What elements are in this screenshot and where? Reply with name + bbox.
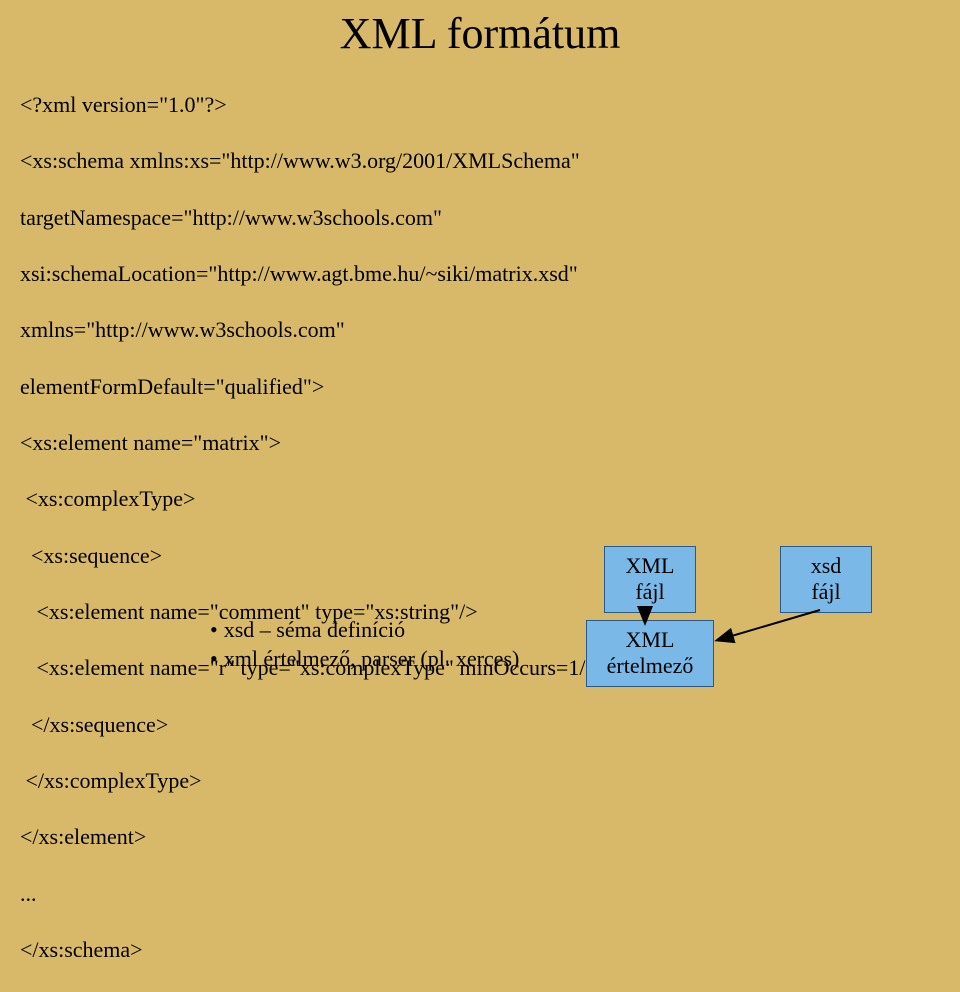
bullet-item: xml értelmező, parser (pl. xerces) — [210, 645, 519, 674]
box-label: XML — [595, 627, 705, 653]
box-label: xsd — [789, 553, 863, 579]
code-line: xmlns="http://www.w3schools.com" — [20, 316, 960, 344]
code-line: </xs:schema> — [20, 936, 960, 964]
code-line: </xs:sequence> — [20, 711, 960, 739]
xsd-file-box: xsd fájl — [780, 546, 872, 613]
code-line: <xs:schema xmlns:xs="http://www.w3.org/2… — [20, 147, 960, 175]
xml-parser-box: XML értelmező — [586, 620, 714, 687]
xml-code-block: <?xml version="1.0"?> <xs:schema xmlns:x… — [0, 63, 960, 992]
code-line: ... — [20, 880, 960, 908]
box-label: XML — [613, 553, 687, 579]
bullet-item: xsd – séma definíció — [210, 616, 519, 645]
code-line: targetNamespace="http://www.w3schools.co… — [20, 204, 960, 232]
code-line: </xs:complexType> — [20, 767, 960, 795]
page-title: XML formátum — [0, 8, 960, 59]
xml-file-box: XML fájl — [604, 546, 696, 613]
code-line: <xs:element name="matrix"> — [20, 429, 960, 457]
code-line: <?xml version="1.0"?> — [20, 91, 960, 119]
bullet-list: xsd – séma definíció xml értelmező, pars… — [210, 616, 519, 673]
code-line: elementFormDefault="qualified"> — [20, 373, 960, 401]
box-label: fájl — [789, 579, 863, 605]
box-label: értelmező — [595, 653, 705, 679]
box-label: fájl — [613, 579, 687, 605]
code-line: xsi:schemaLocation="http://www.agt.bme.h… — [20, 260, 960, 288]
code-line: <xs:complexType> — [20, 485, 960, 513]
code-line: </xs:element> — [20, 823, 960, 851]
